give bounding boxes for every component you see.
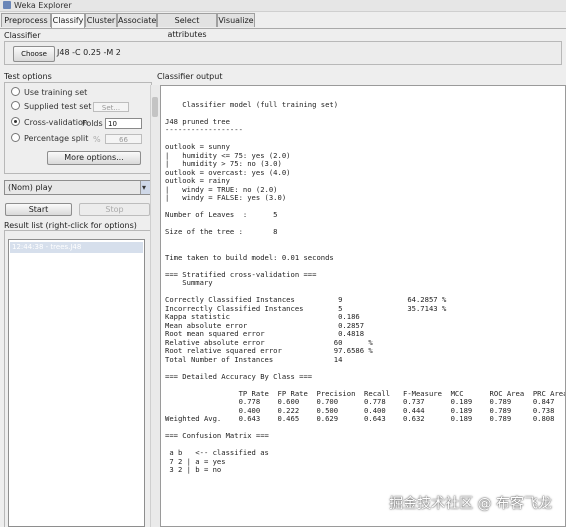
watermark: 掘金技术社区 @ 布客飞龙 [389,496,552,512]
classifier-section-label: Classifier [4,31,41,40]
tab-visualize[interactable]: Visualize [217,13,255,27]
test-options-panel: Use training set Supplied test set Set..… [4,82,152,174]
result-list[interactable]: 12:44:38 - trees.J48 [8,239,145,527]
supplied-test-set-option[interactable]: Supplied test set [11,101,91,113]
weka-logo-icon [3,1,11,9]
classifier-output-label: Classifier output [157,72,223,81]
window-title: Weka Explorer [14,1,72,10]
percent-input[interactable]: 66 [105,134,142,144]
radio-selected-icon[interactable] [11,117,20,126]
output-scrollbar[interactable] [150,85,160,527]
stop-button[interactable]: Stop [79,203,150,216]
tab-associate[interactable]: Associate [117,13,157,27]
cross-validation-option[interactable]: Cross-validation [11,117,88,129]
tab-cluster[interactable]: Cluster [85,13,117,27]
start-button[interactable]: Start [5,203,72,216]
choose-button[interactable]: Choose [13,46,55,62]
class-attribute-select[interactable]: (Nom) play [4,180,152,195]
radio-icon[interactable] [11,87,20,96]
more-options-button[interactable]: More options... [47,151,141,165]
classifier-spec[interactable]: J48 -C 0.25 -M 2 [57,46,121,60]
percentage-split-option[interactable]: Percentage split [11,133,88,145]
test-options-label: Test options [4,72,52,81]
percent-label: % [93,135,101,144]
result-list-item[interactable]: 12:44:38 - trees.J48 [10,242,143,253]
folds-label: Folds [82,119,103,128]
result-list-label: Result list (right-click for options) [4,221,137,230]
title-bar: Weka Explorer [0,0,566,12]
classifier-output-area[interactable]: Classifier model (full training set) J48… [160,85,566,527]
radio-icon[interactable] [11,101,20,110]
set-button[interactable]: Set... [93,102,129,112]
tab-classify[interactable]: Classify [51,13,85,28]
use-training-set-option[interactable]: Use training set [11,87,87,99]
scrollbar-thumb[interactable] [152,97,158,117]
tab-select-attributes[interactable]: Select attributes [157,13,217,39]
classifier-output-text: Classifier model (full training set) J48… [165,99,566,474]
classifier-panel: Choose J48 -C 0.25 -M 2 [4,41,562,65]
class-attribute-value: (Nom) play [8,183,53,192]
tab-preprocess[interactable]: Preprocess [1,13,51,27]
radio-icon[interactable] [11,133,20,142]
tab-bar: Preprocess Classify Cluster Associate Se… [0,12,566,39]
folds-input[interactable]: 10 [105,118,142,129]
